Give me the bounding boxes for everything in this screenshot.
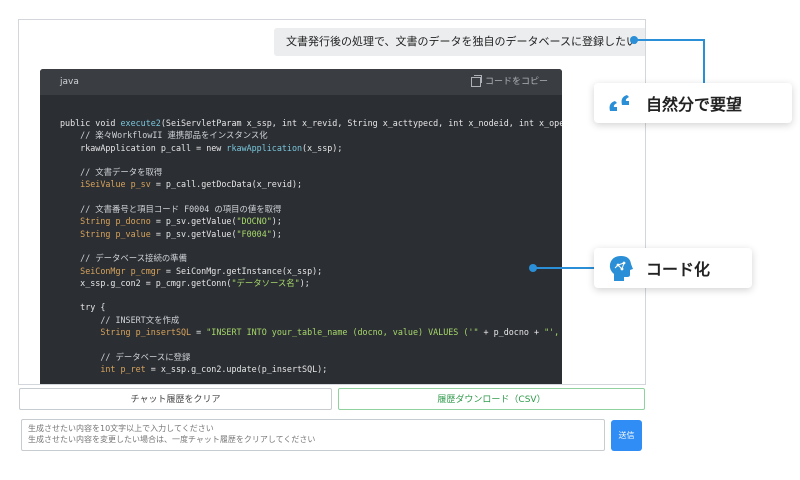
- code-token: );: [271, 216, 282, 227]
- code-line: String p_value = p_sv.getValue("F0004");: [60, 228, 562, 240]
- code-token: execute2: [120, 118, 161, 128]
- prompt-placeholder-line: 生成させたい内容を変更したい場合は、一度チャット履歴をクリアしてください: [28, 435, 316, 444]
- code-line: public void execute2(SeiServletParam x_s…: [60, 117, 562, 129]
- callout-connector-line: [703, 39, 705, 83]
- code-line: x_ssp.g_con2 = p_cmgr.getConn("データソース名")…: [60, 277, 562, 289]
- code-content: public void execute2(SeiServletParam x_s…: [60, 117, 562, 375]
- connector-dot: [630, 36, 638, 44]
- code-token: "データソース名": [231, 277, 300, 288]
- callout-connector-line: [634, 39, 704, 41]
- user-message-bubble: 文書発行後の処理で、文書のデータを独自のデータベースに登録したい: [274, 28, 645, 56]
- code-token: );: [271, 228, 282, 239]
- prompt-placeholder-line: 生成させたい内容を10文字以上で入力してください: [28, 424, 214, 433]
- code-token: =: [196, 327, 207, 338]
- connector-dot: [529, 264, 537, 272]
- code-token: (SeiServletParam x_ssp, int x_revid, Str…: [160, 118, 562, 128]
- code-token: // 文書番号と項目コード F0004 の項目の値を取得: [60, 204, 282, 215]
- code-token: x_ssp.g_con2 = p_cmgr.getConn(: [60, 277, 232, 288]
- chat-panel: 文書発行後の処理で、文書のデータを独自のデータベースに登録したい java コー…: [18, 19, 646, 385]
- code-token: = p_sv.getValue(: [155, 216, 237, 227]
- code-token: // 楽々WorkflowII 連携部品をインスタンス化: [60, 130, 268, 141]
- code-token: = SeiConMgr.getInstance(x_ssp);: [165, 265, 323, 276]
- code-block-header: java コードをコピー: [40, 69, 562, 95]
- code-token: rkawApplication p_call = new: [60, 142, 227, 153]
- code-token: String p_value: [60, 228, 156, 239]
- code-line: // データベース接続の準備: [60, 252, 562, 264]
- code-token: // 文書データを取得: [60, 167, 163, 178]
- download-csv-button[interactable]: 履歴ダウンロード（CSV）: [338, 388, 645, 410]
- ai-head-icon: [609, 256, 633, 281]
- code-token: (x_ssp);: [302, 142, 343, 153]
- code-token: iSeiValue p_sv: [60, 179, 156, 190]
- callout-natural-language: 自然分で要望: [594, 83, 792, 123]
- code-block: java コードをコピー public void execute2(SeiSer…: [40, 69, 562, 384]
- callout-coding: コード化: [594, 248, 752, 288]
- code-line: // 文書番号と項目コード F0004 の項目の値を取得: [60, 203, 562, 215]
- callout-connector-line: [533, 267, 595, 269]
- code-token: String p_insertSQL: [60, 327, 197, 338]
- code-token: // データベースに登録: [60, 351, 191, 362]
- code-token: "', '": [544, 327, 560, 338]
- send-button[interactable]: 送信: [611, 420, 642, 451]
- code-token: rkawApplication: [226, 142, 303, 153]
- copy-icon: [470, 75, 482, 87]
- code-token: // データベース接続の準備: [60, 253, 187, 264]
- code-token: );: [299, 277, 310, 288]
- code-token: "F0004": [236, 228, 272, 239]
- code-token: = p_call.getDocData(x_revid);: [155, 179, 303, 190]
- code-line: rkawApplication p_call = new rkawApplica…: [60, 142, 562, 154]
- code-token: String p_docno: [60, 216, 156, 227]
- code-token: "INSERT INTO your_table_name (docno, val…: [206, 327, 479, 338]
- code-line: String p_docno = p_sv.getValue("DOCNO");: [60, 215, 562, 227]
- code-line: // INSERT文を作成: [60, 314, 562, 326]
- code-line: try {: [60, 301, 562, 313]
- callout-label: 自然分で要望: [646, 95, 743, 114]
- copy-code-button[interactable]: コードをコピー: [470, 69, 548, 95]
- code-token: // INSERT文を作成: [60, 314, 180, 325]
- clear-history-button[interactable]: チャット履歴をクリア: [19, 388, 332, 410]
- code-token: int p_ret: [60, 363, 151, 374]
- quote-icon: [609, 95, 629, 111]
- code-token: = p_sv.getValue(: [155, 228, 237, 239]
- code-token: "DOCNO": [236, 216, 272, 227]
- code-token: = x_ssp.g_con2.update(p_insertSQL);: [150, 363, 328, 374]
- code-token: SeiConMgr p_cmgr: [60, 265, 166, 276]
- code-token: public void: [60, 118, 121, 128]
- code-line: iSeiValue p_sv = p_call.getDocData(x_rev…: [60, 178, 562, 190]
- prompt-input[interactable]: 生成させたい内容を10文字以上で入力してください 生成させたい内容を変更したい場…: [21, 419, 605, 451]
- code-line: SeiConMgr p_cmgr = SeiConMgr.getInstance…: [60, 265, 562, 277]
- code-line: String p_insertSQL = "INSERT INTO your_t…: [60, 326, 562, 338]
- code-language-label: java: [60, 77, 79, 87]
- copy-code-label: コードをコピー: [484, 77, 548, 87]
- callout-label: コード化: [646, 260, 711, 279]
- code-token: try {: [60, 302, 106, 313]
- code-line: // 文書データを取得: [60, 166, 562, 178]
- code-token: + p_docno +: [478, 327, 545, 338]
- code-line: // 楽々WorkflowII 連携部品をインスタンス化: [60, 129, 562, 141]
- code-line: // データベースに登録: [60, 351, 562, 363]
- code-line: int p_ret = x_ssp.g_con2.update(p_insert…: [60, 363, 562, 375]
